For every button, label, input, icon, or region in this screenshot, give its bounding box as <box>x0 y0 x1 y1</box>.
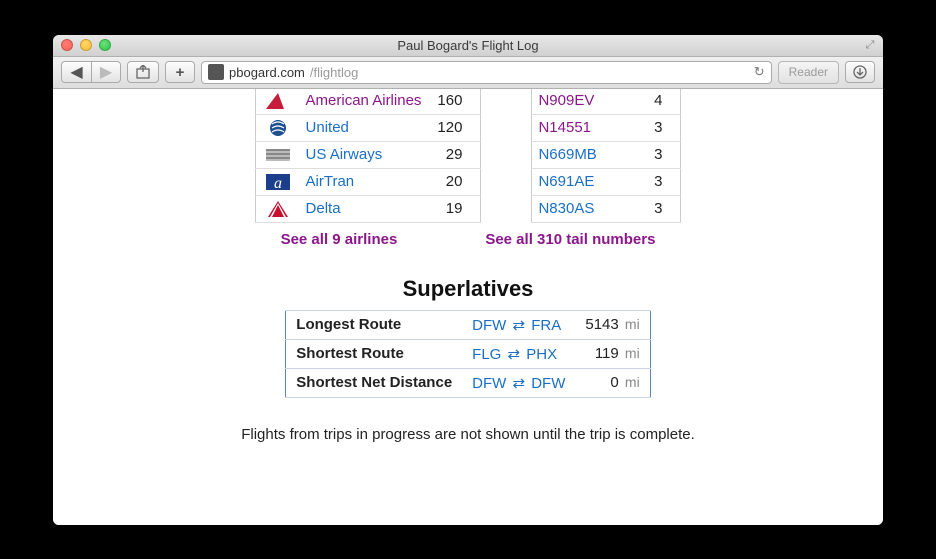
superlative-route: DFW ⇄ DFW <box>462 368 575 397</box>
tail-link[interactable]: N14551 <box>538 119 591 136</box>
see-all-tails-link[interactable]: See all 310 tail numbers <box>485 231 655 248</box>
airline-logo <box>255 89 298 115</box>
table-row: N909EV 4 <box>532 89 681 115</box>
url-path: /flightlog <box>310 65 358 80</box>
airline-logo <box>255 141 298 168</box>
browser-toolbar: ◀ ▶ + pbogard.com/flightlog ↻ Reader <box>53 57 883 89</box>
superlative-distance: 119 mi <box>575 339 650 368</box>
back-button[interactable]: ◀ <box>61 61 91 83</box>
airline-link[interactable]: US Airways <box>306 146 383 163</box>
airport-link[interactable]: DFW <box>472 317 506 334</box>
table-row: United 120 <box>255 114 481 141</box>
airport-link[interactable]: PHX <box>526 346 557 363</box>
airlines-table: American Airlines 160 United 120 US Airways 2… <box>255 89 482 223</box>
airline-count: 29 <box>429 141 481 168</box>
page-viewport: American Airlines 160 United 120 US Airways 2… <box>53 89 883 525</box>
airline-logo: a <box>255 168 298 195</box>
tails-table: N909EV 4 N14551 3 N669MB 3 N691AE 3 N830AS 3 <box>531 89 681 223</box>
superlatives-table: Longest RouteDFW ⇄ FRA5143 miShortest Ro… <box>285 310 650 398</box>
superlative-label: Longest Route <box>286 310 462 339</box>
table-row: N691AE 3 <box>532 168 681 195</box>
superlative-route: FLG ⇄ PHX <box>462 339 575 368</box>
see-all-row: See all 9 airlines See all 310 tail numb… <box>53 231 883 248</box>
tail-link[interactable]: N830AS <box>538 200 594 217</box>
footnote-text: Flights from trips in progress are not s… <box>53 426 883 443</box>
superlative-label: Shortest Route <box>286 339 462 368</box>
add-button[interactable]: + <box>165 61 195 83</box>
airline-link[interactable]: Delta <box>306 200 341 217</box>
airport-link[interactable]: DFW <box>531 375 565 392</box>
airline-count: 19 <box>429 195 481 222</box>
superlative-distance: 5143 mi <box>575 310 650 339</box>
share-button[interactable] <box>127 61 159 83</box>
table-row: Shortest Net DistanceDFW ⇄ DFW0 mi <box>286 368 650 397</box>
airline-count: 20 <box>429 168 481 195</box>
summary-tables-row: American Airlines 160 United 120 US Airways 2… <box>53 89 883 223</box>
window-controls <box>53 39 111 51</box>
swap-icon: ⇄ <box>508 375 529 392</box>
airline-logo <box>255 195 298 222</box>
airline-link[interactable]: AirTran <box>306 173 355 190</box>
tail-link[interactable]: N669MB <box>538 146 596 163</box>
window-title: Paul Bogard's Flight Log <box>53 38 883 53</box>
table-row: Longest RouteDFW ⇄ FRA5143 mi <box>286 310 650 339</box>
titlebar: Paul Bogard's Flight Log ⤢ <box>53 35 883 57</box>
downloads-button[interactable] <box>845 61 875 83</box>
forward-button[interactable]: ▶ <box>91 61 121 83</box>
tail-count: 4 <box>633 89 681 115</box>
tail-count: 3 <box>633 168 681 195</box>
table-row: N669MB 3 <box>532 141 681 168</box>
superlative-route: DFW ⇄ FRA <box>462 310 575 339</box>
airline-link[interactable]: American Airlines <box>306 92 422 109</box>
table-row: N14551 3 <box>532 114 681 141</box>
table-row: American Airlines 160 <box>255 89 481 115</box>
superlative-label: Shortest Net Distance <box>286 368 462 397</box>
close-window-button[interactable] <box>61 39 73 51</box>
tail-count: 3 <box>633 195 681 222</box>
url-host: pbogard.com <box>229 65 305 80</box>
airline-count: 160 <box>429 89 481 115</box>
nav-buttons: ◀ ▶ <box>61 61 121 83</box>
minimize-window-button[interactable] <box>80 39 92 51</box>
table-row: N830AS 3 <box>532 195 681 222</box>
tail-link[interactable]: N691AE <box>538 173 594 190</box>
table-row: Shortest RouteFLG ⇄ PHX119 mi <box>286 339 650 368</box>
table-row: a AirTran 20 <box>255 168 481 195</box>
tail-count: 3 <box>633 114 681 141</box>
swap-icon: ⇄ <box>503 346 524 363</box>
fullscreen-icon[interactable]: ⤢ <box>863 38 877 52</box>
svg-text:a: a <box>274 175 282 192</box>
zoom-window-button[interactable] <box>99 39 111 51</box>
table-row: Delta 19 <box>255 195 481 222</box>
superlatives-heading: Superlatives <box>53 276 883 302</box>
airline-link[interactable]: United <box>306 119 349 136</box>
address-bar[interactable]: pbogard.com/flightlog ↻ <box>201 61 772 84</box>
table-row: US Airways 29 <box>255 141 481 168</box>
see-all-airlines-link[interactable]: See all 9 airlines <box>281 231 398 248</box>
favicon <box>208 64 224 80</box>
swap-icon: ⇄ <box>508 317 529 334</box>
airport-link[interactable]: FLG <box>472 346 501 363</box>
airport-link[interactable]: DFW <box>472 375 506 392</box>
browser-window: Paul Bogard's Flight Log ⤢ ◀ ▶ + pbogard… <box>53 35 883 525</box>
tail-count: 3 <box>633 141 681 168</box>
superlative-distance: 0 mi <box>575 368 650 397</box>
page-content: American Airlines 160 United 120 US Airways 2… <box>53 89 883 463</box>
airline-count: 120 <box>429 114 481 141</box>
reader-button[interactable]: Reader <box>778 61 839 84</box>
reload-icon[interactable]: ↻ <box>754 64 765 80</box>
tail-link[interactable]: N909EV <box>538 92 594 109</box>
airline-logo <box>255 114 298 141</box>
airport-link[interactable]: FRA <box>531 317 561 334</box>
